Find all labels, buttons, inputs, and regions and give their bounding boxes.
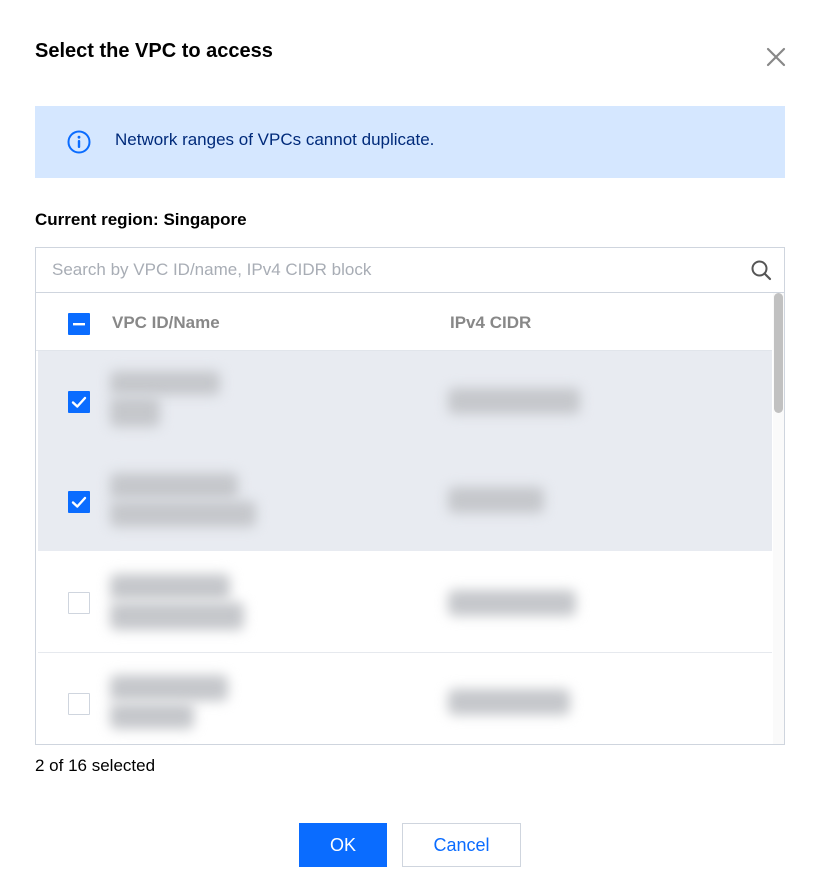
row-checkbox[interactable] (68, 693, 90, 715)
vpc-select-dialog: Select the VPC to access Network ranges … (0, 0, 820, 896)
vpc-table: VPC ID/Name IPv4 CIDR (35, 247, 785, 745)
table-row[interactable] (38, 653, 772, 744)
current-region-label: Current region: Singapore (35, 210, 247, 229)
row-checkbox[interactable] (68, 592, 90, 614)
search-bar (36, 248, 784, 293)
table-row[interactable] (38, 351, 772, 451)
close-icon[interactable] (763, 44, 789, 70)
search-icon[interactable] (750, 259, 772, 281)
scrollbar-thumb[interactable] (774, 293, 783, 413)
ipv4-cidr-redacted (448, 388, 580, 414)
ok-button[interactable]: OK (299, 823, 387, 867)
info-icon (66, 129, 92, 155)
select-all-checkbox[interactable] (68, 313, 90, 335)
table-row[interactable] (38, 552, 772, 653)
notice-text: Network ranges of VPCs cannot duplicate. (115, 130, 435, 149)
table-scrollbar[interactable] (773, 293, 784, 744)
column-header-vpc-id-name[interactable]: VPC ID/Name (112, 313, 220, 333)
ipv4-cidr-redacted (448, 487, 544, 513)
ipv4-cidr-redacted (448, 689, 570, 715)
selection-count: 2 of 16 selected (35, 756, 156, 775)
info-notice: Network ranges of VPCs cannot duplicate. (35, 106, 785, 178)
dialog-title: Select the VPC to access (35, 40, 273, 62)
row-checkbox[interactable] (68, 491, 90, 513)
table-row[interactable] (38, 451, 772, 551)
column-header-ipv4-cidr[interactable]: IPv4 CIDR (450, 313, 531, 333)
ipv4-cidr-redacted (448, 590, 576, 616)
table-header: VPC ID/Name IPv4 CIDR (36, 293, 772, 351)
cancel-button[interactable]: Cancel (402, 823, 521, 867)
search-input[interactable] (36, 248, 752, 292)
row-checkbox[interactable] (68, 391, 90, 413)
